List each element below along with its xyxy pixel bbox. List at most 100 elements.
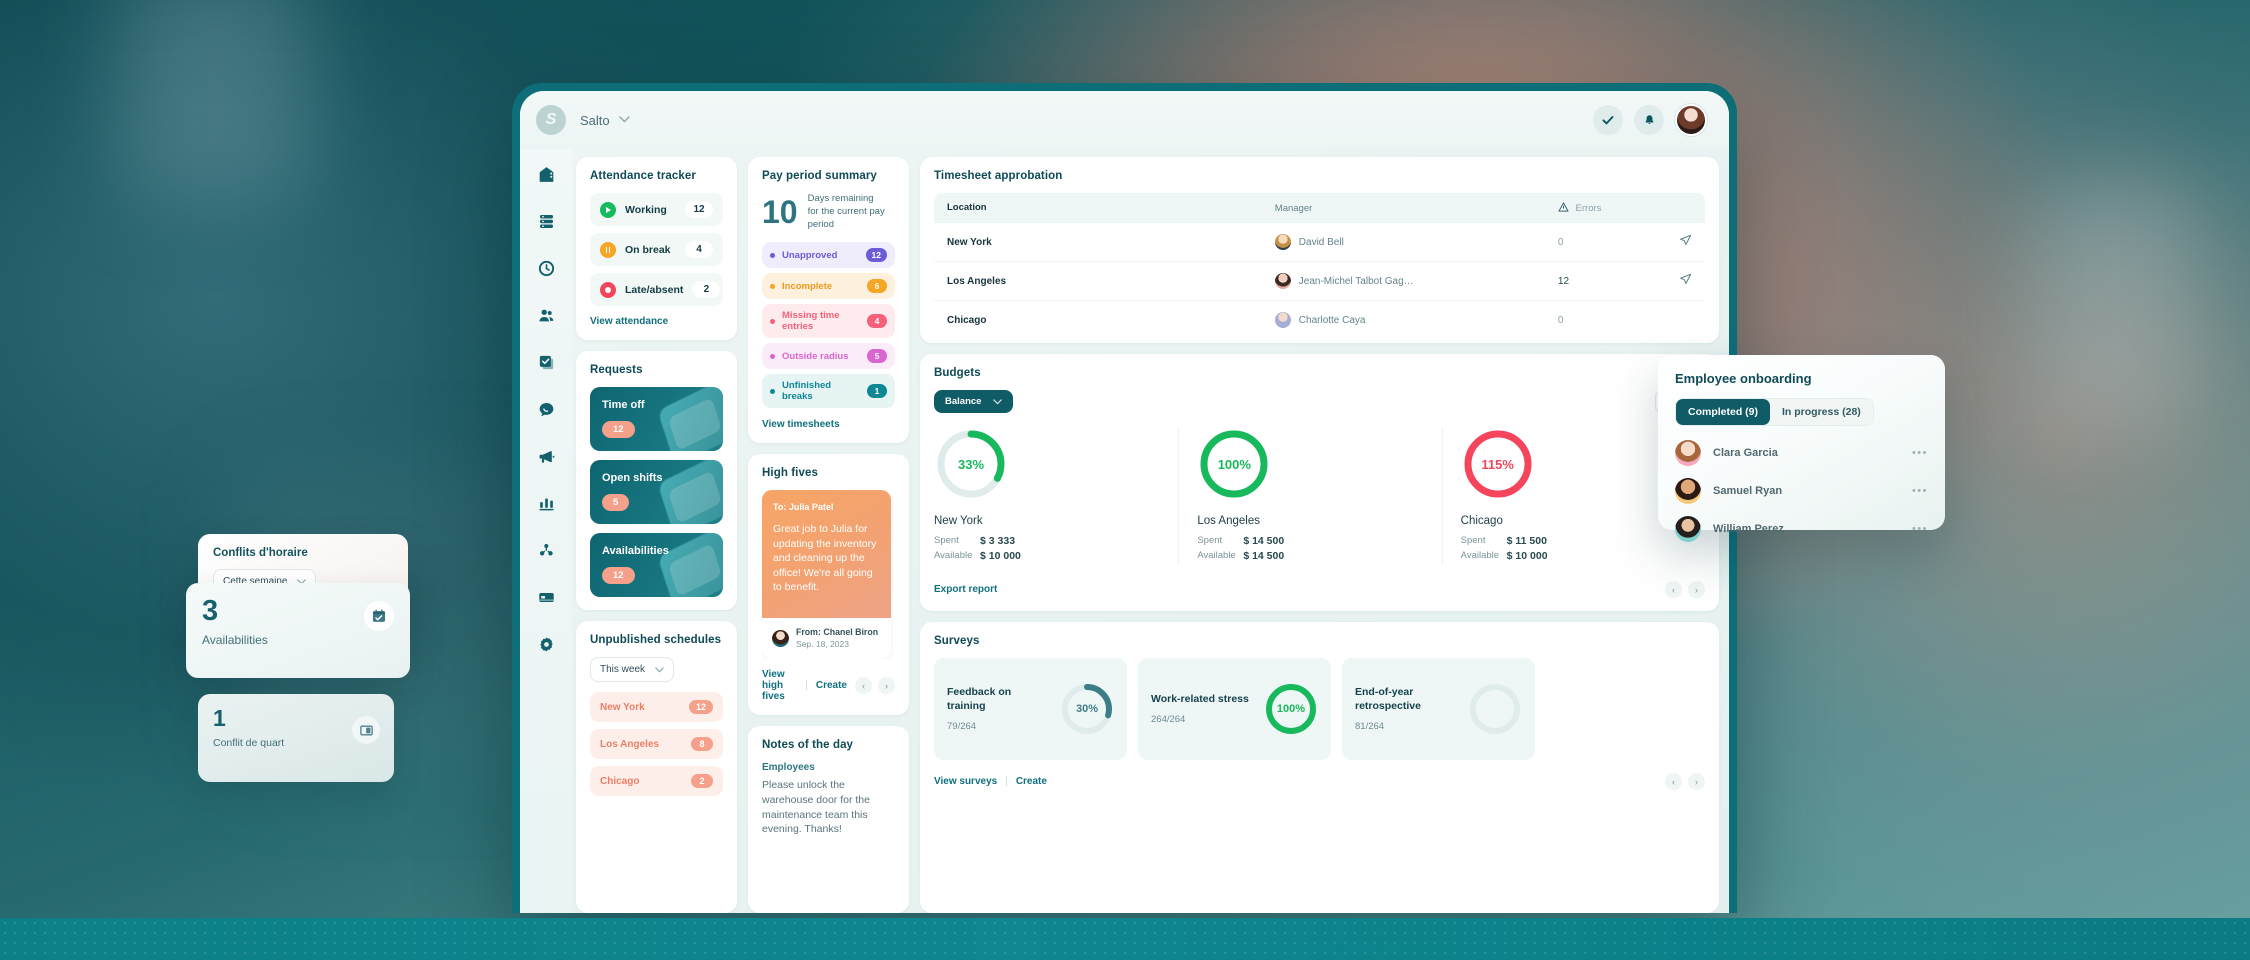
- sidebar-item-time-clock[interactable]: [533, 255, 559, 281]
- avatar: [772, 629, 789, 647]
- cell-location: Chicago: [947, 314, 987, 326]
- budget-filter-select[interactable]: Balance: [934, 390, 1014, 413]
- send-icon[interactable]: [1666, 234, 1692, 250]
- avatar: [1274, 312, 1291, 328]
- days-remaining-caption: Days remaining for the current pay perio…: [808, 193, 895, 231]
- requests-card: Requests Time off 12 Open shifts 5 Avail…: [576, 351, 737, 610]
- app-window: S Salto Attendance tracker Working 12 On…: [520, 91, 1729, 913]
- pay-period-label: Outside radius: [782, 350, 849, 362]
- chevron-down-icon[interactable]: [618, 114, 630, 126]
- high-fives-carousel[interactable]: To: Julia Patel Great job to Julia for u…: [762, 490, 895, 660]
- view-surveys-link[interactable]: View surveys: [934, 776, 997, 787]
- calendar-check-icon: [364, 601, 394, 631]
- pause-icon: [600, 241, 616, 258]
- sidebar-item-schedule[interactable]: [533, 208, 559, 234]
- carousel-next-icon[interactable]: ›: [1688, 581, 1705, 598]
- schedule-row[interactable]: Los Angeles 8: [590, 729, 723, 759]
- bell-icon[interactable]: [1634, 105, 1664, 135]
- budget-spent-value: $ 11 500: [1506, 535, 1547, 547]
- dashboard-canvas: Attendance tracker Working 12 On break 4…: [572, 149, 1729, 913]
- budget-spent-line: Spent $ 11 500: [1461, 535, 1687, 547]
- budget-spent-value: $ 3 333: [980, 535, 1016, 547]
- schedule-row[interactable]: New York 12: [590, 692, 723, 722]
- chevron-down-icon: [993, 398, 1003, 405]
- period-select[interactable]: This week: [590, 657, 675, 682]
- notes-audience: Employees: [762, 762, 815, 774]
- view-attendance-link[interactable]: View attendance: [590, 316, 723, 327]
- table-row[interactable]: Chicago Charlotte Caya 0: [934, 301, 1705, 339]
- column-header-location: Location: [947, 202, 987, 213]
- survey-card[interactable]: Work-related stress 264/264 100%: [1138, 658, 1331, 760]
- cell-errors: 12: [1557, 275, 1570, 287]
- request-tile-time-off[interactable]: Time off 12: [590, 387, 723, 451]
- pay-period-row-outside-radius[interactable]: Outside radius 5: [762, 343, 895, 370]
- check-icon[interactable]: [1593, 105, 1623, 135]
- attendance-row-on-break[interactable]: On break 4: [590, 233, 723, 266]
- sidebar-item-messages[interactable]: [533, 396, 559, 422]
- card-title: Surveys: [934, 635, 980, 647]
- carousel-prev-icon[interactable]: ‹: [1665, 581, 1682, 598]
- survey-percent: 100%: [1276, 703, 1306, 715]
- background-blob-right: [2030, 180, 2200, 430]
- cell-errors: 0: [1557, 314, 1564, 326]
- attendance-row-late-absent[interactable]: Late/absent 2: [590, 273, 723, 306]
- list-item[interactable]: William Perez •••: [1675, 516, 1928, 542]
- avatar[interactable]: [1675, 104, 1707, 136]
- sidebar-item-billing[interactable]: [533, 584, 559, 610]
- pay-period-label: Unapproved: [782, 249, 838, 261]
- more-options-icon[interactable]: •••: [1912, 523, 1928, 535]
- more-options-icon[interactable]: •••: [1912, 485, 1928, 497]
- send-icon[interactable]: [1666, 273, 1692, 289]
- create-survey-link[interactable]: Create: [1016, 776, 1047, 787]
- view-high-fives-link[interactable]: View high fives: [762, 669, 797, 702]
- availabilities-kpi-card[interactable]: 3 Availabilities: [186, 583, 410, 678]
- request-tile-open-shifts[interactable]: Open shifts 5: [590, 460, 723, 524]
- carousel-next-icon[interactable]: ›: [878, 677, 895, 695]
- sidebar-item-settings[interactable]: [533, 631, 559, 657]
- schedule-row[interactable]: Chicago 2: [590, 766, 723, 796]
- sidebar-item-employees[interactable]: [533, 302, 559, 328]
- table-row[interactable]: Los Angeles Jean-Michel Talbot Gag… 12: [934, 262, 1705, 301]
- high-five-card[interactable]: To: Julia Patel Great job to Julia for u…: [762, 490, 891, 660]
- sidebar-item-tasks[interactable]: [533, 349, 559, 375]
- carousel-prev-icon[interactable]: ‹: [1665, 773, 1682, 790]
- carousel-prev-icon[interactable]: ‹: [855, 677, 872, 695]
- table-row[interactable]: New York David Bell 0: [934, 223, 1705, 262]
- list-item[interactable]: Clara Garcia •••: [1675, 440, 1928, 466]
- status-dot: [770, 283, 775, 289]
- export-report-link[interactable]: Export report: [934, 584, 997, 595]
- budget-donut: 100%: [1197, 427, 1271, 501]
- pay-period-row-incomplete[interactable]: Incomplete 6: [762, 273, 895, 300]
- shift-conflict-kpi-card[interactable]: 1 Conflit de quart: [198, 694, 394, 782]
- attendance-row-working[interactable]: Working 12: [590, 193, 723, 226]
- pay-period-headline: 10 Days remaining for the current pay pe…: [762, 193, 895, 231]
- tab-completed[interactable]: Completed (9): [1676, 399, 1771, 425]
- attendance-count: 4: [685, 241, 713, 258]
- sidebar-item-home[interactable]: [533, 161, 559, 187]
- column-left: Attendance tracker Working 12 On break 4…: [576, 157, 737, 913]
- pay-period-row-unfinished-breaks[interactable]: Unfinished breaks 1: [762, 374, 895, 409]
- manager-name: Jean-Michel Talbot Gag…: [1298, 275, 1414, 287]
- pay-period-row-missing-time-entries[interactable]: Missing time entries 4: [762, 304, 895, 339]
- column-middle: Pay period summary 10 Days remaining for…: [748, 157, 909, 913]
- request-tile-availabilities[interactable]: Availabilities 12: [590, 533, 723, 597]
- carousel-next-icon[interactable]: ›: [1688, 773, 1705, 790]
- survey-name: Feedback on training: [947, 686, 1012, 712]
- sidebar-item-reports[interactable]: [533, 490, 559, 516]
- workspace-name[interactable]: Salto: [580, 113, 610, 128]
- tab-in-progress[interactable]: In progress (28): [1770, 399, 1873, 425]
- more-options-icon[interactable]: •••: [1912, 447, 1928, 459]
- view-timesheets-link[interactable]: View timesheets: [762, 419, 895, 430]
- surveys-carousel[interactable]: Feedback on training 79/264 30% Work-rel…: [934, 658, 1705, 760]
- create-high-five-link[interactable]: Create: [816, 680, 847, 691]
- avatar: [1675, 478, 1701, 504]
- budget-percent: 115%: [1481, 456, 1514, 472]
- avatar: [1675, 516, 1701, 542]
- list-item[interactable]: Samuel Ryan •••: [1675, 478, 1928, 504]
- sidebar-item-integrations[interactable]: [533, 537, 559, 563]
- budget-filter-value: Balance: [945, 396, 982, 407]
- survey-card[interactable]: Feedback on training 79/264 30%: [934, 658, 1127, 760]
- pay-period-row-unapproved[interactable]: Unapproved 12: [762, 242, 895, 269]
- survey-card[interactable]: End-of-year retrospective 81/264: [1342, 658, 1535, 760]
- sidebar-item-announcements[interactable]: [533, 443, 559, 469]
